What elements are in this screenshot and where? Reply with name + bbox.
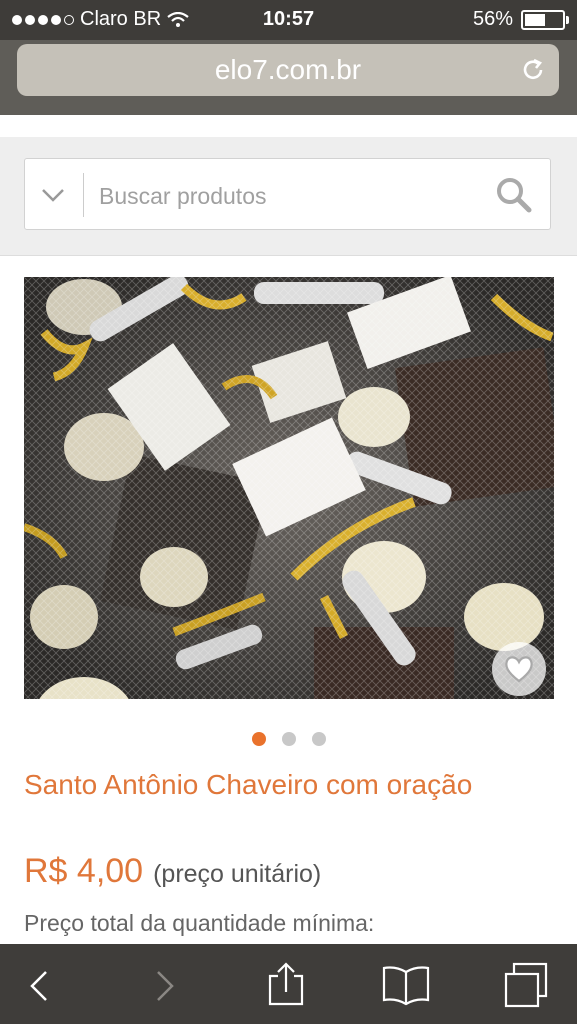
browser-header: elo7.com.br [0,40,577,115]
back-icon[interactable] [16,962,64,1010]
product-photo-illustration [24,277,554,699]
url-text: elo7.com.br [214,54,362,85]
product-price: R$ 4,00 [24,852,144,890]
carousel-dot[interactable] [281,732,296,746]
heart-icon [505,656,533,683]
share-icon[interactable] [262,962,310,1010]
price-row: R$ 4,00 (preço unitário) [24,852,321,891]
forward-icon[interactable] [140,962,188,1010]
carousel-dot[interactable] [311,732,326,746]
bookmarks-icon[interactable] [382,962,430,1010]
carousel-dot[interactable] [251,732,266,746]
search-area [0,137,577,256]
favorite-button[interactable] [492,642,546,696]
status-right: 56% [472,8,569,31]
search-input[interactable] [97,173,481,219]
battery-icon [521,9,569,30]
product-title: Santo Antônio Chaveiro com oração [24,769,473,800]
product-photo[interactable] [24,277,554,699]
search-divider [83,173,84,217]
reload-icon[interactable] [519,56,547,84]
chevron-down-icon[interactable] [41,183,65,207]
page-top-strip [0,115,577,138]
min-quantity-label: Preço total da quantidade mínima: [24,910,375,936]
search-box [24,158,551,230]
price-note: (preço unitário) [153,860,322,888]
browser-toolbar [0,944,577,1024]
address-bar[interactable]: elo7.com.br [17,44,559,96]
battery-percentage: 56% [472,8,513,30]
status-bar: Claro BR 10:57 56% [0,0,577,40]
image-carousel-indicator [0,732,577,746]
search-icon[interactable] [494,175,534,215]
tabs-icon[interactable] [502,962,550,1010]
